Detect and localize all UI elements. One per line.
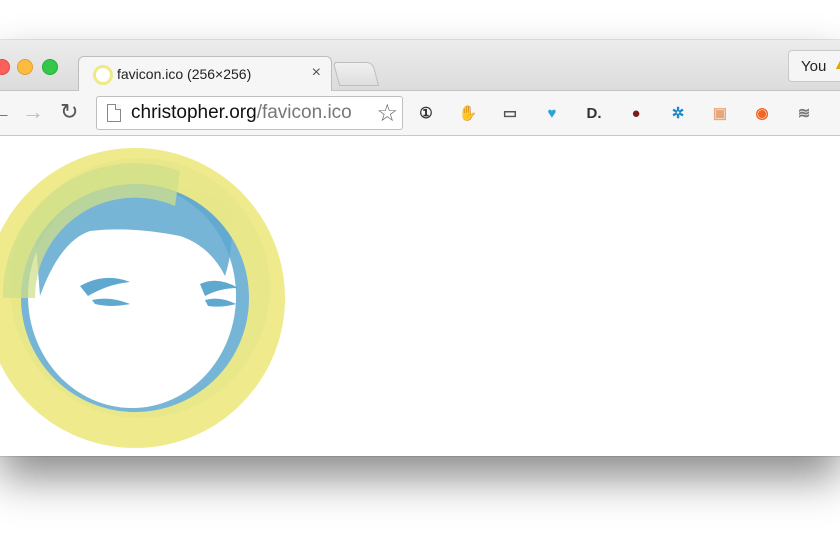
reload-button[interactable]: ↻ (60, 101, 78, 123)
stack-icon[interactable]: ≋ (792, 101, 816, 125)
molecule-icon[interactable]: ✲ (666, 101, 690, 125)
address-bar[interactable]: christopher.org/favicon.ico ☆ (96, 96, 403, 130)
tab-favicon-icon (93, 65, 113, 85)
adblock-icon[interactable]: ✋ (456, 101, 480, 125)
bird-icon[interactable]: ♥ (540, 101, 564, 125)
title-bar: favicon.ico (256×256) × You ▲ (0, 40, 840, 92)
url-host: christopher.org (131, 102, 257, 123)
page-content (0, 136, 840, 456)
favicon-image (0, 148, 285, 448)
maximize-window-button[interactable] (42, 59, 58, 75)
toolbar: ← → ↻ christopher.org/favicon.ico ☆ ① ✋ ▭ ♥… (0, 91, 840, 136)
new-tab-button[interactable] (332, 62, 380, 86)
minimize-window-button[interactable] (17, 59, 33, 75)
forward-button[interactable]: → (22, 101, 44, 123)
bookmark-star-icon[interactable]: ☆ (376, 99, 398, 128)
face-box-icon[interactable]: ▣ (708, 101, 732, 125)
cast-icon[interactable]: ▭ (498, 101, 522, 125)
profile-button[interactable]: You ▲ (788, 50, 840, 82)
profile-label: You (801, 58, 827, 75)
tab-title: favicon.ico (256×256) (117, 66, 252, 82)
compass-icon[interactable]: ◉ (750, 101, 774, 125)
tab-favicon[interactable]: favicon.ico (256×256) × (78, 56, 332, 92)
back-button[interactable]: ← (0, 101, 12, 123)
warning-icon: ▲ (833, 56, 840, 72)
tab-close-icon[interactable]: × (312, 64, 321, 82)
url-text[interactable]: christopher.org/favicon.ico (131, 102, 352, 124)
d-icon[interactable]: D. (582, 101, 606, 125)
menu-icon[interactable]: ≡ (834, 101, 840, 125)
seminole-icon[interactable]: ● (624, 101, 648, 125)
close-window-button[interactable] (0, 59, 10, 75)
page-icon (107, 104, 121, 122)
browser-window: favicon.ico (256×256) × You ▲ ← → ↻ chri… (0, 40, 840, 456)
onepassword-icon[interactable]: ① (414, 101, 438, 125)
url-path: /favicon.ico (256, 102, 352, 123)
